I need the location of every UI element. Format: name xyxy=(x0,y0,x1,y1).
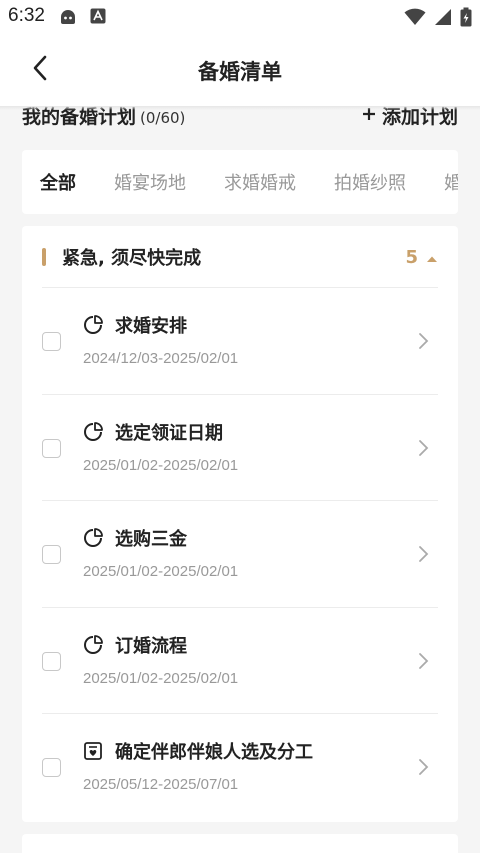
task-item[interactable]: 选购三金 2025/01/02-2025/02/01 xyxy=(42,501,438,608)
chevron-right-icon xyxy=(418,545,430,563)
urgent-group: 紧急, 须尽快完成 5 求婚安排 2024/12/03-2025/02/01 选… xyxy=(22,226,458,822)
task-item[interactable]: 订婚流程 2025/01/02-2025/02/01 xyxy=(42,608,438,714)
status-bar: 6:32 xyxy=(0,0,480,34)
tab-all[interactable]: 全部 xyxy=(40,169,76,195)
tab-banquet-venue[interactable]: 婚宴场地 xyxy=(114,169,186,195)
status-time: 6:32 xyxy=(8,5,45,26)
tab-wedding-photo[interactable]: 拍婚纱照 xyxy=(334,169,406,195)
caret-up-icon[interactable] xyxy=(426,248,438,267)
group-count: 5 xyxy=(405,246,418,268)
task-date: 2025/01/02-2025/02/01 xyxy=(83,669,239,687)
chevron-right-icon xyxy=(418,332,430,350)
app-face-icon xyxy=(58,8,78,30)
task-item[interactable]: 选定领证日期 2025/01/02-2025/02/01 xyxy=(42,395,438,501)
group-header[interactable]: 紧急, 须尽快完成 5 xyxy=(42,226,438,288)
pie-clock-icon xyxy=(83,634,103,655)
group-accent-bar xyxy=(42,247,46,266)
task-checkbox[interactable] xyxy=(42,651,61,671)
task-checkbox[interactable] xyxy=(42,545,61,564)
category-tabs: 全部 婚宴场地 求婚婚戒 拍婚纱照 婚 xyxy=(22,150,458,214)
page-title: 备婚清单 xyxy=(198,60,282,84)
chevron-right-icon xyxy=(418,652,430,670)
task-date: 2025/05/12-2025/07/01 xyxy=(83,776,239,793)
chevron-right-icon xyxy=(418,439,430,457)
task-title: 订婚流程 xyxy=(115,635,187,657)
task-date: 2025/01/02-2025/02/01 xyxy=(83,563,239,580)
pie-clock-icon xyxy=(83,528,103,548)
header-shadow xyxy=(0,106,480,110)
next-group-card xyxy=(22,834,458,853)
task-item[interactable]: 确定伴郎伴娘人选及分工 2025/05/12-2025/07/01 xyxy=(42,714,438,821)
tab-more[interactable]: 婚 xyxy=(444,169,458,195)
task-checkbox[interactable] xyxy=(42,758,61,777)
pie-clock-icon xyxy=(83,315,103,335)
task-date: 2024/12/03-2025/02/01 xyxy=(83,350,239,367)
task-title: 选定领证日期 xyxy=(115,422,223,444)
heart-box-icon xyxy=(83,741,103,761)
task-title: 确定伴郎伴娘人选及分工 xyxy=(115,742,313,763)
task-checkbox[interactable] xyxy=(42,332,61,351)
app-header: 备婚清单 xyxy=(0,34,480,106)
task-title: 求婚安排 xyxy=(115,316,187,337)
tab-proposal-ring[interactable]: 求婚婚戒 xyxy=(224,169,296,195)
chevron-right-icon xyxy=(418,758,430,776)
wifi-icon xyxy=(404,8,426,30)
battery-icon xyxy=(460,7,472,31)
pie-clock-icon xyxy=(83,421,103,442)
task-checkbox[interactable] xyxy=(42,438,61,458)
app-a-icon xyxy=(90,8,106,28)
task-item[interactable]: 求婚安排 2024/12/03-2025/02/01 xyxy=(42,288,438,395)
plan-count: (0/60) xyxy=(140,108,186,127)
task-title: 选购三金 xyxy=(115,529,187,550)
task-date: 2025/01/02-2025/02/01 xyxy=(83,456,239,474)
group-title: 紧急, 须尽快完成 xyxy=(62,247,202,269)
signal-icon xyxy=(434,8,452,30)
